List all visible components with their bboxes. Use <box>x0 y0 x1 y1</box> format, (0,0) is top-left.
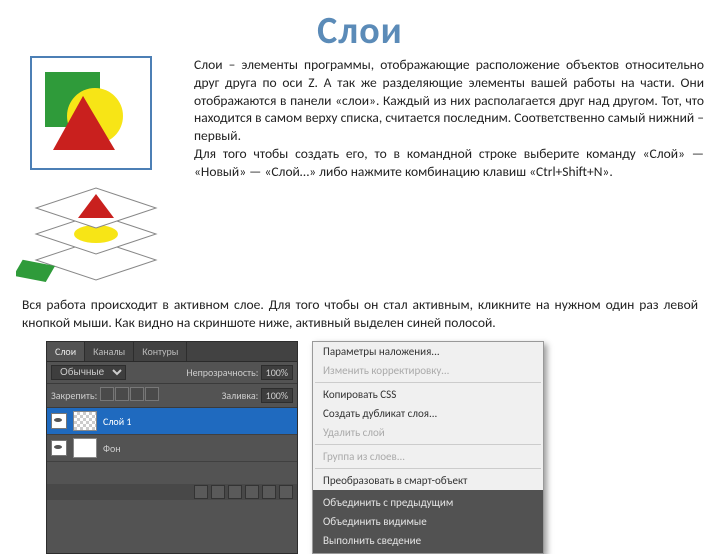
composite-illustration <box>30 56 152 170</box>
mask-icon[interactable] <box>211 485 225 499</box>
menu-item-merge-down[interactable]: Объединить с предыдущим <box>313 493 543 512</box>
menu-separator <box>315 382 541 383</box>
menu-separator <box>315 444 541 445</box>
top-paragraph: Слои – элементы программы, отображающие … <box>194 56 704 181</box>
trash-icon[interactable] <box>279 485 293 499</box>
lock-buttons[interactable] <box>99 387 159 404</box>
menu-item-blending-options[interactable]: Параметры наложения... <box>313 342 543 361</box>
menu-item-merge-visible[interactable]: Объединить видимые <box>313 512 543 531</box>
lock-label: Закрепить: <box>51 389 97 402</box>
blend-mode-select[interactable]: Обычные <box>51 365 126 380</box>
mid-paragraph: Вся работа происходит в активном слое. Д… <box>22 296 698 331</box>
menu-item-group-from: Группа из слоев... <box>313 447 543 466</box>
layer-thumb <box>73 438 97 458</box>
page-title: Слои <box>16 8 704 54</box>
top-row: Слои – элементы программы, отображающие … <box>16 56 704 286</box>
menu-item-copy-css[interactable]: Копировать CSS <box>313 385 543 404</box>
new-layer-icon[interactable] <box>262 485 276 499</box>
layer-name: Слой 1 <box>103 415 131 428</box>
illustration-column <box>16 56 176 286</box>
tab-paths[interactable]: Контуры <box>134 342 187 361</box>
layers-panel-tabs: Слои Каналы Контуры <box>47 342 297 362</box>
group-icon[interactable] <box>245 485 259 499</box>
menu-item-duplicate[interactable]: Создать дубликат слоя... <box>313 404 543 423</box>
layer-thumb <box>73 411 97 431</box>
opacity-label: Непрозрачность: 100% <box>186 366 293 379</box>
tab-layers[interactable]: Слои <box>47 342 85 361</box>
fx-icon[interactable] <box>194 485 208 499</box>
visibility-icon[interactable] <box>51 440 67 456</box>
stacked-layers-illustration <box>16 176 176 286</box>
lock-row: Закрепить: Заливка: 100% <box>47 384 297 408</box>
layers-panel-footer <box>47 484 297 500</box>
blend-mode-row: Обычные Непрозрачность: 100% <box>47 362 297 384</box>
menu-item-flatten[interactable]: Выполнить сведение <box>313 531 543 550</box>
adjustment-icon[interactable] <box>228 485 242 499</box>
menu-item-delete: Удалить слой <box>313 423 543 442</box>
visibility-icon[interactable] <box>51 413 67 429</box>
menu-separator <box>315 468 541 469</box>
menu-dark-section: Объединить с предыдущим Объединить видим… <box>313 490 543 553</box>
menu-item-edit-adjustment: Изменить корректировку... <box>313 361 543 380</box>
tab-channels[interactable]: Каналы <box>85 342 134 361</box>
screenshot-panels: Слои Каналы Контуры Обычные Непрозрачнос… <box>46 341 704 554</box>
context-menu: Параметры наложения... Изменить корректи… <box>312 341 544 554</box>
layer-row[interactable]: Фон <box>47 435 297 462</box>
fill-label: Заливка: 100% <box>222 389 293 402</box>
layer-name: Фон <box>103 442 121 455</box>
layers-panel: Слои Каналы Контуры Обычные Непрозрачнос… <box>46 341 298 554</box>
layer-row-active[interactable]: Слой 1 <box>47 408 297 435</box>
menu-item-smart-object[interactable]: Преобразовать в смарт-объект <box>313 471 543 490</box>
